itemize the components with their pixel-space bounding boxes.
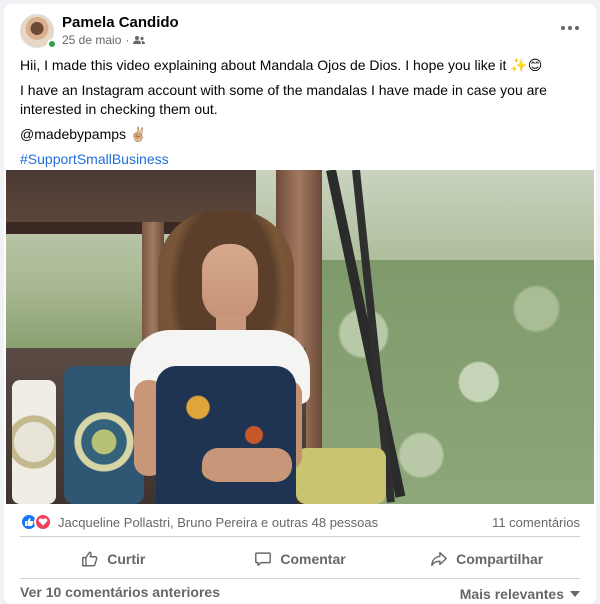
comment-button[interactable]: Comentar — [207, 541, 394, 577]
post-date[interactable]: 25 de maio — [62, 33, 121, 47]
friends-icon[interactable] — [133, 35, 146, 45]
post-meta: 25 de maio · — [62, 33, 146, 47]
share-button[interactable]: Compartilhar — [393, 541, 580, 577]
comments-footer: Ver 10 comentários anteriores Mais relev… — [20, 584, 580, 604]
love-icon — [34, 513, 52, 531]
post-header: Pamela Candido 25 de maio · — [4, 4, 596, 54]
post-paragraph-3: @madebypamps ✌🏼 — [20, 126, 148, 142]
share-label: Compartilhar — [456, 551, 544, 567]
post-card: Pamela Candido 25 de maio · Hii, I made … — [4, 4, 596, 604]
meta-separator: · — [125, 33, 130, 47]
like-button[interactable]: Curtir — [20, 541, 207, 577]
video-player[interactable] — [6, 170, 594, 504]
action-bar: Curtir Comentar Compartilhar — [20, 541, 580, 577]
divider — [20, 578, 580, 579]
thumbs-up-icon — [82, 551, 98, 567]
more-options-icon[interactable] — [558, 18, 582, 38]
chevron-down-icon — [570, 591, 580, 597]
sort-dropdown[interactable]: Mais relevantes — [460, 584, 580, 604]
post-paragraph-2: I have an Instagram account with some of… — [20, 82, 547, 117]
reaction-names[interactable]: Jacqueline Pollastri, Bruno Pereira e ou… — [58, 515, 378, 530]
reaction-icons[interactable] — [20, 513, 52, 531]
like-label: Curtir — [107, 551, 146, 567]
share-icon — [431, 551, 448, 567]
hashtag-link[interactable]: #SupportSmallBusiness — [20, 151, 169, 167]
online-status-dot — [47, 39, 57, 49]
author-name[interactable]: Pamela Candido — [62, 14, 179, 31]
comments-count[interactable]: 11 comentários — [492, 515, 580, 530]
view-previous-comments[interactable]: Ver 10 comentários anteriores — [20, 584, 220, 604]
divider — [20, 536, 580, 537]
comment-label: Comentar — [280, 551, 346, 567]
reactions-bar: Jacqueline Pollastri, Bruno Pereira e ou… — [20, 510, 580, 534]
post-paragraph-1: Hii, I made this video explaining about … — [20, 57, 543, 73]
comment-icon — [255, 552, 272, 567]
post-text: Hii, I made this video explaining about … — [20, 56, 586, 175]
